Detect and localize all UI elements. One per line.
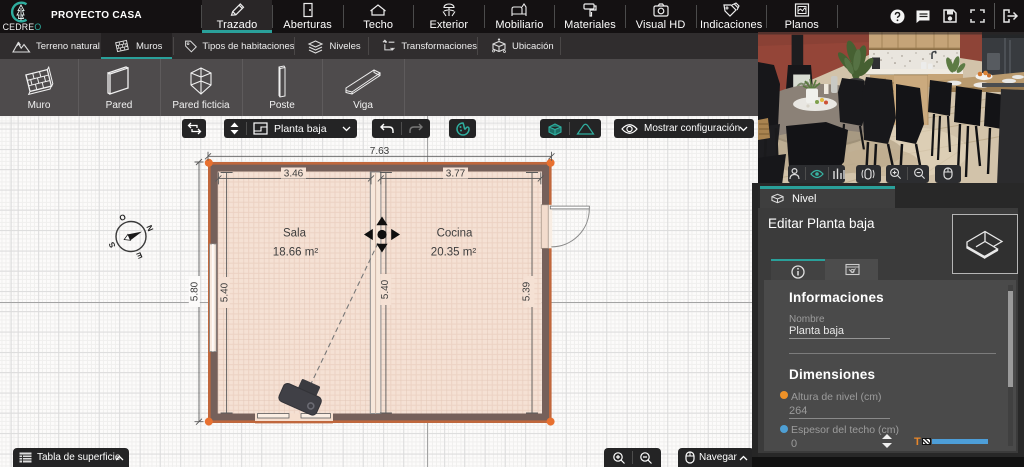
svg-text:Cocina: Cocina — [437, 228, 473, 240]
svg-text:5.80: 5.80 — [190, 281, 201, 301]
svg-text:N: N — [144, 224, 155, 233]
svg-text:3.77: 3.77 — [446, 168, 466, 179]
svg-text:5.39: 5.39 — [522, 281, 533, 301]
svg-text:O: O — [118, 212, 127, 223]
svg-text:E: E — [134, 250, 143, 261]
svg-text:20.35 m²: 20.35 m² — [431, 247, 477, 259]
svg-text:5.40: 5.40 — [380, 279, 391, 299]
svg-text:18.66 m²: 18.66 m² — [273, 247, 319, 259]
svg-text:7.63: 7.63 — [370, 146, 390, 157]
svg-text:Sala: Sala — [283, 228, 307, 240]
svg-text:3.46: 3.46 — [284, 168, 304, 179]
svg-text:S: S — [107, 240, 118, 249]
svg-text:5.40: 5.40 — [220, 282, 231, 302]
